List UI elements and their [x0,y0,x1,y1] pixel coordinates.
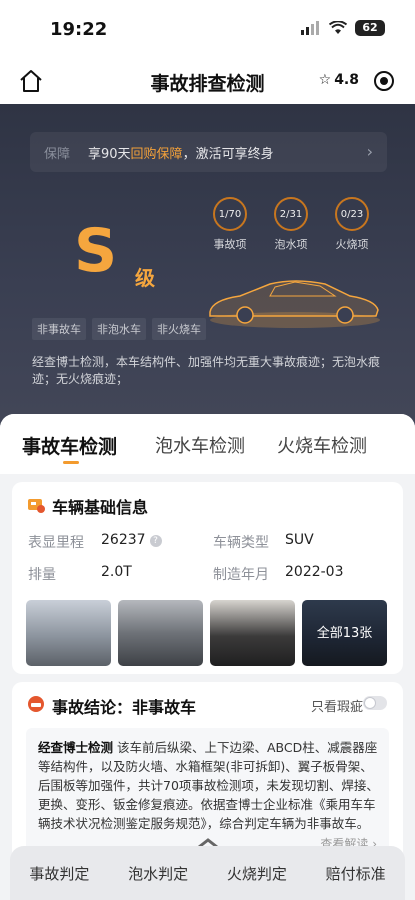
photo-thumb[interactable] [118,600,203,666]
bottom-nav: 事故判定 泡水判定 火烧判定 赔付标准 [10,846,405,900]
stat-label: 事故项 [213,238,247,251]
tab-flood[interactable]: 泡水车检测 [155,432,245,458]
stat-label: 火烧项 [335,238,369,251]
mileage-value: 26237? [101,532,162,548]
card-title: 车辆基础信息 [52,498,149,517]
stat-ring: 1/70 [213,197,247,231]
tab-fire[interactable]: 火烧车检测 [277,432,367,458]
hero-description: 经查博士检测，本车结构件、加强件均无重大事故痕迹；无泡水痕迹；无火烧痕迹； [32,355,381,386]
car-illustration [209,280,380,328]
toggle-knob [364,697,376,709]
stat-accident: 1/70 事故项 [212,197,248,252]
displacement-value: 2.0T [101,564,132,580]
guarantee-banner[interactable]: 保障 享90天回购保障，激活可享终身 › [30,132,387,172]
date-label: 制造年月 [213,567,269,583]
type-label: 车辆类型 [213,535,269,551]
wifi-icon [329,21,347,34]
active-tab-indicator [63,461,79,464]
rating[interactable]: ☆ 4.8 [319,72,359,88]
stat-ring: 0/23 [335,197,369,231]
status-tags: 非事故车 非泡水车 非火烧车 [32,318,206,340]
battery-icon: 62 [355,20,385,36]
report-sheet: 事故车检测 泡水车检测 火烧车检测 车辆基础信息 表显里程 26237? 车辆类… [0,414,415,900]
accident-icon [28,696,44,712]
tab-accident[interactable]: 事故车检测 [22,432,117,459]
signal-icon [301,21,319,35]
target-icon[interactable] [373,70,395,92]
stat-label: 泡水项 [274,238,308,251]
stat-ring: 2/31 [274,197,308,231]
flaws-only-label: 只看瑕疵 [310,700,363,715]
guarantee-text: 享90天回购保障，激活可享终身 [88,147,274,162]
displacement-label: 排量 [28,567,56,583]
tag: 非泡水车 [92,318,146,340]
navbar: 事故排查检测 ☆ 4.8 [0,58,415,104]
vehicle-info-card: 车辆基础信息 表显里程 26237? 车辆类型 SUV 排量 2.0T 制造年月… [12,482,403,674]
photos-more-label: 全部13张 [316,626,373,641]
mileage-label: 表显里程 [28,535,84,551]
tab-bar: 事故车检测 泡水车检测 火烧车检测 [0,414,415,474]
date-value: 2022-03 [285,564,344,580]
bottom-tab-accident[interactable]: 事故判定 [29,863,89,884]
rating-value: 4.8 [334,72,359,88]
status-icons: 62 [301,20,385,36]
stat-fire: 0/23 火烧项 [334,197,370,252]
help-icon[interactable]: ? [149,535,162,547]
flaws-only-toggle[interactable] [363,696,387,710]
type-value: SUV [285,532,314,548]
bottom-tab-flood[interactable]: 泡水判定 [128,863,188,884]
star-icon: ☆ [318,72,332,88]
status-bar: 19:22 62 [0,0,415,58]
conclusion-text: 经查博士检测 该车前后纵梁、上下边梁、ABCD柱、减震器座等结构件，以及防火墙、… [38,740,379,831]
bottom-tab-fire[interactable]: 火烧判定 [227,863,287,884]
photo-strip: 全部13张 [26,600,387,666]
photo-thumb[interactable] [210,600,295,666]
guarantee-tag: 保障 [44,147,71,162]
chevron-right-icon: › [366,142,373,161]
report-hero: 保障 享90天回购保障，激活可享终身 › S 级 1/70 事故项 2/31 泡… [0,104,415,434]
stat-flood: 2/31 泡水项 [273,197,309,252]
photo-thumb-more[interactable]: 全部13张 [302,600,387,666]
photo-thumb[interactable] [26,600,111,666]
tag: 非事故车 [32,318,86,340]
grade-unit: 级 [135,266,155,290]
tag: 非火烧车 [152,318,206,340]
car-icon [28,499,45,513]
card-title: 事故结论：非事故车 [52,698,197,717]
grade-letter: S [74,216,117,286]
bottom-tab-compensation[interactable]: 赔付标准 [326,863,386,884]
status-time: 19:22 [50,19,108,40]
